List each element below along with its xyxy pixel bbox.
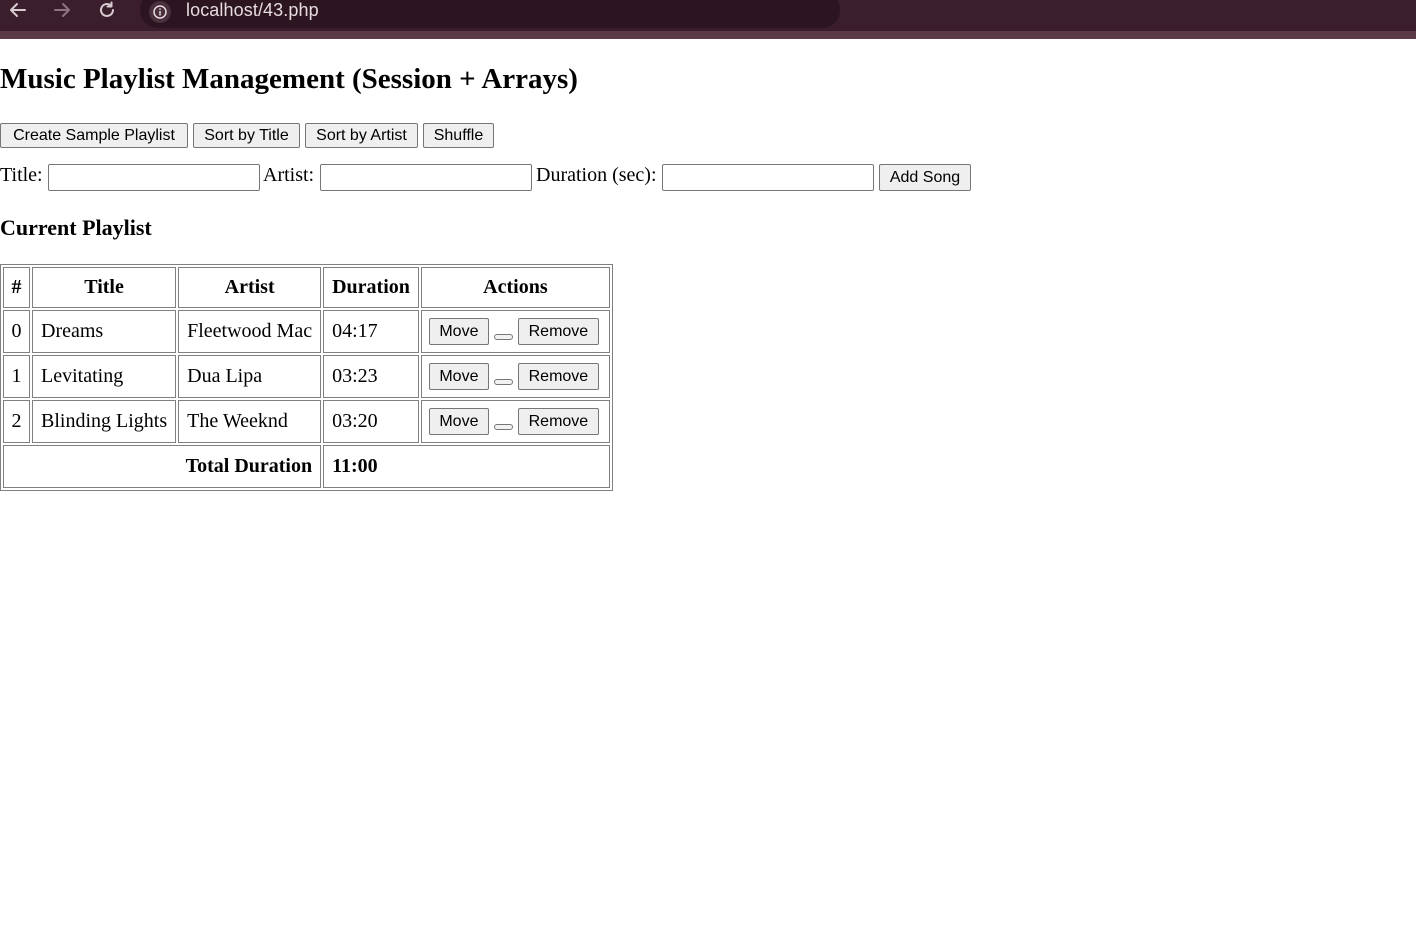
move-button[interactable]: Move bbox=[428, 318, 489, 345]
row-index: 2 bbox=[3, 400, 30, 443]
table-header-row: # Title Artist Duration Actions bbox=[3, 267, 610, 308]
header-index: # bbox=[3, 267, 30, 308]
back-icon[interactable] bbox=[7, 0, 29, 20]
create-sample-playlist-button[interactable]: Create Sample Playlist bbox=[0, 123, 188, 148]
sort-by-artist-button[interactable]: Sort by Artist bbox=[305, 123, 418, 148]
row-title: Blinding Lights bbox=[32, 400, 177, 443]
header-duration: Duration bbox=[323, 267, 419, 308]
table-row: 1 Levitating Dua Lipa 03:23 Move Remove bbox=[3, 355, 610, 398]
browser-toolbar-border bbox=[0, 31, 1416, 39]
sort-by-title-button[interactable]: Sort by Title bbox=[193, 123, 300, 148]
header-artist: Artist bbox=[178, 267, 322, 308]
header-title: Title bbox=[32, 267, 177, 308]
page-title: Music Playlist Management (Session + Arr… bbox=[0, 63, 578, 95]
add-song-button[interactable]: Add Song bbox=[879, 164, 971, 191]
row-actions: Move Remove bbox=[420, 400, 610, 443]
row-artist: Dua Lipa bbox=[178, 355, 322, 398]
move-button[interactable]: Move bbox=[428, 363, 489, 390]
url-text[interactable]: localhost/43.php bbox=[186, 0, 319, 21]
row-title: Dreams bbox=[32, 310, 177, 353]
address-bar[interactable]: localhost/43.php bbox=[140, 0, 840, 28]
total-duration-value: 11:00 bbox=[323, 445, 610, 488]
row-actions: Move Remove bbox=[420, 355, 610, 398]
row-duration: 04:17 bbox=[323, 310, 419, 353]
row-duration: 03:23 bbox=[323, 355, 419, 398]
row-actions: Move Remove bbox=[420, 310, 610, 353]
playlist-heading: Current Playlist bbox=[0, 215, 152, 240]
remove-button[interactable]: Remove bbox=[517, 318, 599, 345]
move-position-input[interactable] bbox=[493, 379, 513, 385]
total-duration-label: Total Duration bbox=[3, 445, 322, 488]
row-title: Levitating bbox=[32, 355, 177, 398]
row-index: 0 bbox=[3, 310, 30, 353]
artist-input[interactable] bbox=[320, 164, 532, 191]
title-label: Title: bbox=[0, 164, 43, 186]
reload-icon[interactable] bbox=[96, 0, 118, 20]
duration-label: Duration (sec): bbox=[536, 164, 657, 186]
forward-icon[interactable] bbox=[51, 0, 73, 20]
row-artist: The Weeknd bbox=[178, 400, 322, 443]
duration-input[interactable] bbox=[662, 164, 874, 191]
move-position-input[interactable] bbox=[493, 334, 513, 340]
shuffle-button[interactable]: Shuffle bbox=[423, 123, 494, 148]
header-actions: Actions bbox=[420, 267, 610, 308]
move-button[interactable]: Move bbox=[428, 408, 489, 435]
remove-button[interactable]: Remove bbox=[517, 363, 599, 390]
remove-button[interactable]: Remove bbox=[517, 408, 599, 435]
row-index: 1 bbox=[3, 355, 30, 398]
table-row: 2 Blinding Lights The Weeknd 03:20 Move … bbox=[3, 400, 610, 443]
row-duration: 03:20 bbox=[323, 400, 419, 443]
info-icon[interactable] bbox=[149, 1, 171, 23]
browser-toolbar: localhost/43.php bbox=[0, 0, 1416, 39]
row-artist: Fleetwood Mac bbox=[178, 310, 322, 353]
artist-label: Artist: bbox=[263, 164, 315, 186]
title-input[interactable] bbox=[48, 164, 260, 191]
move-position-input[interactable] bbox=[493, 424, 513, 430]
total-row: Total Duration 11:00 bbox=[3, 445, 610, 488]
playlist-table: # Title Artist Duration Actions 0 Dreams… bbox=[0, 264, 613, 491]
table-row: 0 Dreams Fleetwood Mac 04:17 Move Remove bbox=[3, 310, 610, 353]
